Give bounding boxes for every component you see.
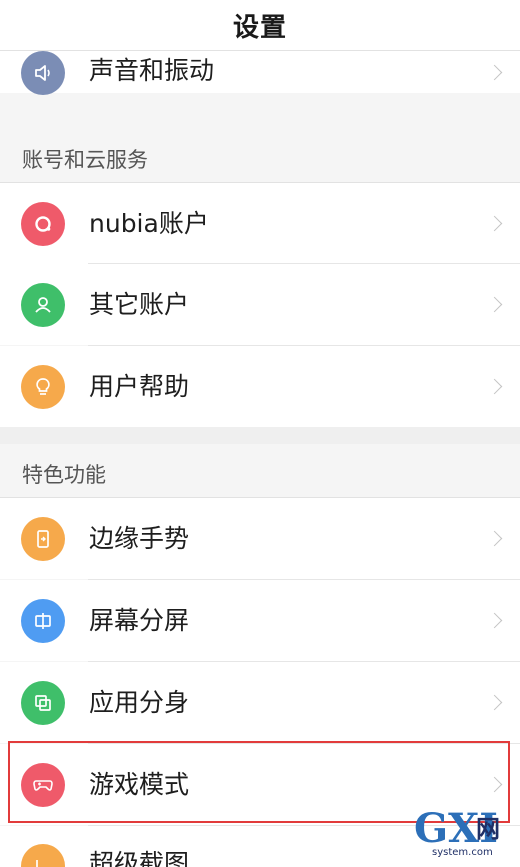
chevron-right-icon — [486, 612, 503, 629]
settings-item-label: 用户帮助 — [89, 371, 190, 401]
chevron-right-icon — [486, 64, 503, 81]
nubia-ring-icon — [21, 201, 65, 246]
settings-item-label: 其它账户 — [89, 289, 190, 319]
settings-item-sound[interactable]: 声音和振动 — [0, 51, 520, 95]
settings-item-other-accounts[interactable]: 其它账户 — [0, 264, 520, 345]
section-gap — [0, 427, 520, 444]
app-clone-icon — [21, 680, 65, 725]
watermark-net: 网 — [476, 815, 500, 843]
settings-item-label: 应用分身 — [89, 687, 190, 717]
settings-item-label: nubia账户 — [89, 208, 209, 238]
chevron-right-icon — [486, 530, 503, 547]
settings-item-app-clone[interactable]: 应用分身 — [0, 662, 520, 743]
title-bar: 设置 — [0, 0, 520, 51]
settings-item-user-help[interactable]: 用户帮助 — [0, 346, 520, 427]
lightbulb-icon — [21, 364, 65, 409]
watermark-logo: GXI 网 system.com — [414, 807, 514, 863]
chevron-right-icon — [486, 378, 503, 395]
settings-item-label: 屏幕分屏 — [89, 605, 190, 635]
settings-item-label: 超级截图 — [89, 849, 190, 867]
page-title: 设置 — [232, 12, 287, 43]
chevron-right-icon — [486, 215, 503, 232]
section-header-account: 账号和云服务 — [22, 148, 148, 172]
settings-item-nubia-account[interactable]: nubia账户 — [0, 183, 520, 264]
person-icon — [21, 282, 65, 327]
split-screen-icon — [21, 598, 65, 643]
edge-gesture-icon — [21, 516, 65, 561]
screenshot-icon — [21, 844, 65, 867]
settings-item-label: 边缘手势 — [89, 523, 190, 553]
watermark-url: system.com — [432, 847, 493, 858]
settings-item-edge-gesture[interactable]: 边缘手势 — [0, 498, 520, 579]
section-header-features: 特色功能 — [22, 463, 106, 487]
chevron-right-icon — [486, 296, 503, 313]
settings-item-split-screen[interactable]: 屏幕分屏 — [0, 580, 520, 661]
speaker-icon — [21, 51, 65, 95]
chevron-right-icon — [486, 694, 503, 711]
settings-item-label: 声音和振动 — [89, 56, 215, 85]
